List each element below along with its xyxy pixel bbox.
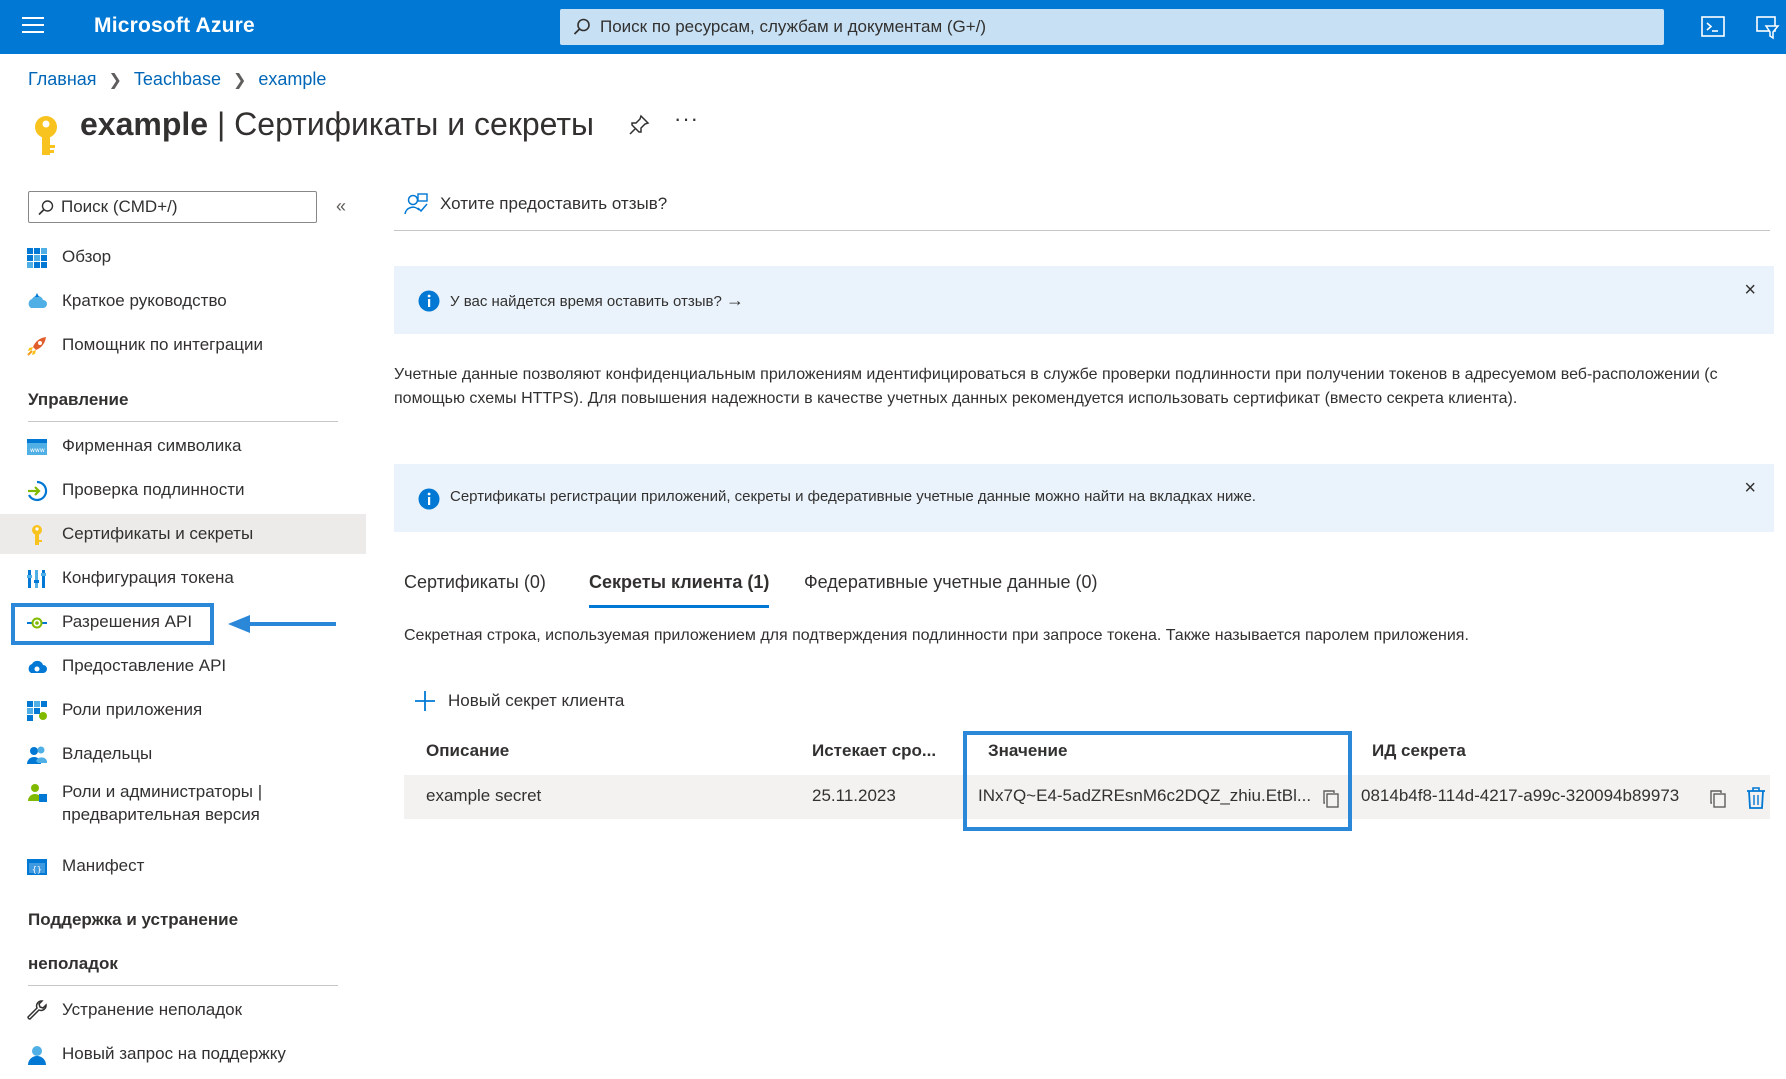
owners-people-icon [27,746,47,764]
secret-description: example secret [426,786,542,805]
roles-admins-icon [28,784,47,802]
key-icon [32,525,42,545]
info-banner: Сертификаты регистрации приложений, секр… [394,464,1774,532]
pin-icon[interactable] [628,114,650,136]
feedback-banner-text[interactable]: У вас найдется время оставить отзыв? → [450,290,744,311]
support-person-icon [28,1046,46,1065]
tab-federated-credentials[interactable]: Федеративные учетные данные (0) [804,572,1097,608]
cloud-shell-icon[interactable] [1700,14,1726,40]
feedback-person-icon [404,193,428,215]
page-title: example | Сертификаты и секреты [80,106,594,142]
arrow-right-icon: → [725,290,744,310]
sidebar-item-integration-assistant[interactable]: Помощник по интеграции [0,325,366,365]
section-heading-support: Поддержка и устранение [28,910,239,929]
sidebar-item-roles-admins[interactable]: Роли и администраторы | предварительная в… [0,776,366,832]
svg-text:www: www [30,447,45,454]
search-icon [573,18,590,35]
tab-client-secrets[interactable]: Секреты клиента (1) [589,572,770,608]
tab-description: Секретная строка, используемая приложени… [404,627,1469,644]
feedback-link[interactable]: Хотите предоставить отзыв? [404,192,667,216]
divider [28,421,338,422]
annotation-highlight-api-permissions [11,603,214,645]
global-search[interactable] [560,9,1664,45]
new-client-secret-button[interactable]: Новый секрет клиента [414,690,624,712]
breadcrumb-home[interactable]: Главная [28,69,97,90]
chevron-right-icon: ❯ [233,71,247,89]
section-heading-support-cont: неполадок [28,954,118,973]
column-header-expires[interactable]: Истекает сро... [812,741,936,761]
manifest-icon: {} [27,859,47,875]
tab-certificates[interactable]: Сертификаты (0) [404,572,546,608]
more-options-icon[interactable]: ··· [674,106,699,132]
breadcrumb: Главная ❯ Teachbase ❯ example [28,69,326,90]
authentication-icon [28,480,48,502]
sidebar-item-certificates-secrets[interactable]: Сертификаты и секреты [0,514,366,554]
secret-id: 0814b4f8-114d-4217-a99c-320094b89973 [1361,786,1680,805]
token-bars-icon [27,570,46,588]
info-icon [418,488,440,510]
branding-www-icon: www [27,439,47,455]
secret-expires: 25.11.2023 [812,786,896,805]
sidebar-search-input[interactable] [61,192,311,222]
info-banner-text: Сертификаты регистрации приложений, секр… [450,488,1256,505]
info-icon [418,290,440,312]
close-icon[interactable]: × [1744,280,1756,300]
column-header-description[interactable]: Описание [426,741,509,761]
section-heading-manage: Управление [28,390,129,409]
wrench-icon [27,1000,47,1020]
column-header-secret-id[interactable]: ИД секрета [1372,741,1466,761]
annotation-highlight-value-column [963,731,1352,831]
sidebar-item-overview[interactable]: Обзор [0,237,366,277]
credentials-description: Учетные данные позволяют конфиденциальны… [394,366,1718,407]
annotation-arrow-icon [228,615,336,633]
breadcrumb-example[interactable]: example [258,69,326,90]
feedback-label: Хотите предоставить отзыв? [440,194,668,213]
quickstart-cloud-icon [28,293,47,308]
chevron-right-icon: ❯ [108,71,122,89]
divider [394,230,1770,231]
sidebar-item-troubleshooting[interactable]: Устранение неполадок [0,990,366,1030]
plus-icon [415,691,435,711]
key-icon [35,116,57,155]
copy-icon[interactable] [1709,789,1727,809]
sidebar-item-new-support-request[interactable]: Новый запрос на поддержку [0,1034,366,1074]
sidebar-item-authentication[interactable]: Проверка подлинности [0,470,366,510]
sidebar-item-expose-api[interactable]: Предоставление API [0,646,366,686]
sidebar-item-app-roles[interactable]: Роли приложения [0,690,366,730]
svg-text:{}: {} [32,865,42,874]
sidebar-item-token-configuration[interactable]: Конфигурация токена [0,558,366,598]
sidebar-item-branding[interactable]: www Фирменная символика [0,426,366,466]
sidebar-item-owners[interactable]: Владельцы [0,734,366,774]
sidebar-item-label: Роли и администраторы | предварительная в… [62,782,263,824]
sidebar-item-quickstart[interactable]: Краткое руководство [0,281,366,321]
feedback-banner: У вас найдется время оставить отзыв? → × [394,266,1774,334]
expose-api-cloud-icon [28,660,47,673]
collapse-sidebar-icon[interactable]: « [336,196,346,217]
delete-trash-icon[interactable] [1746,786,1766,810]
top-bar: Microsoft Azure [0,0,1786,54]
close-icon[interactable]: × [1744,478,1756,498]
global-search-input[interactable] [600,9,1650,45]
breadcrumb-teachbase[interactable]: Teachbase [134,69,221,90]
sidebar-item-manifest[interactable]: {} Манифест [0,846,366,886]
divider [28,985,338,986]
rocket-icon [27,337,46,356]
app-roles-grid-icon [27,701,47,721]
sidebar-search[interactable] [28,191,317,223]
search-icon [38,200,54,216]
brand-title[interactable]: Microsoft Azure [94,14,255,38]
overview-grid-icon [27,248,47,268]
hamburger-menu-icon[interactable] [22,17,44,35]
directory-filter-icon[interactable] [1754,14,1780,40]
